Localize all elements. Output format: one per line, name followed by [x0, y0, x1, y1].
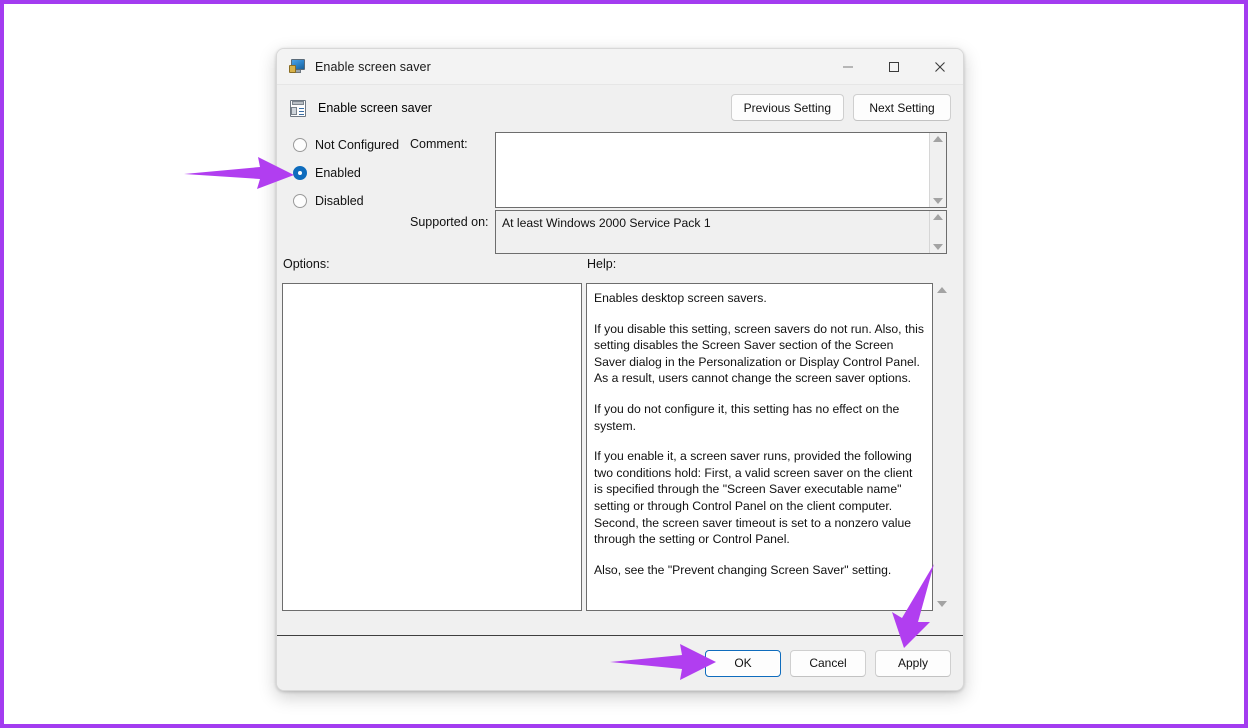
help-paragraph: Enables desktop screen savers.	[594, 290, 924, 307]
radio-indicator-not-configured[interactable]	[293, 138, 307, 152]
ok-button[interactable]: OK	[705, 650, 781, 677]
help-pane[interactable]: Enables desktop screen savers. If you di…	[586, 283, 933, 611]
help-paragraph: If you enable it, a screen saver runs, p…	[594, 448, 924, 548]
comment-scrollbar[interactable]	[929, 133, 946, 207]
comment-field[interactable]	[495, 132, 947, 208]
scroll-down-icon[interactable]	[933, 198, 943, 204]
radio-disabled[interactable]: Disabled	[287, 187, 487, 215]
scroll-up-icon[interactable]	[937, 287, 947, 293]
help-label: Help:	[587, 257, 616, 271]
panes-section: Enables desktop screen savers. If you di…	[277, 283, 963, 614]
scroll-up-icon[interactable]	[933, 136, 943, 142]
group-policy-setting-icon	[289, 100, 307, 117]
supported-on-text: At least Windows 2000 Service Pack 1	[496, 211, 929, 253]
close-icon[interactable]	[917, 49, 963, 85]
scroll-up-icon[interactable]	[933, 214, 943, 220]
cancel-button[interactable]: Cancel	[790, 650, 866, 677]
monitor-icon	[289, 59, 306, 74]
panes-labels: Options: Help:	[277, 257, 963, 283]
title-bar[interactable]: Enable screen saver	[277, 49, 963, 85]
radio-enabled[interactable]: Enabled	[287, 159, 487, 187]
maximize-icon[interactable]	[871, 49, 917, 85]
radio-label-enabled: Enabled	[315, 166, 361, 180]
supported-on-field: At least Windows 2000 Service Pack 1	[495, 210, 947, 254]
setting-nav-buttons: Previous Setting Next Setting	[731, 94, 951, 121]
radio-label-disabled: Disabled	[315, 194, 364, 208]
window-controls	[825, 49, 963, 85]
window-title: Enable screen saver	[315, 60, 431, 74]
help-paragraph: Also, see the "Prevent changing Screen S…	[594, 562, 924, 579]
radio-label-not-configured: Not Configured	[315, 138, 399, 152]
apply-button[interactable]: Apply	[875, 650, 951, 677]
scroll-down-icon[interactable]	[933, 244, 943, 250]
enable-screen-saver-window: Enable screen saver Enable screen saver …	[276, 48, 964, 691]
setting-header: Enable screen saver Previous Setting Nex…	[277, 85, 963, 131]
state-and-metadata-section: Not Configured Enabled Disabled Comment:…	[277, 131, 963, 257]
help-pane-wrapper: Enables desktop screen savers. If you di…	[586, 283, 950, 611]
help-scrollbar[interactable]	[933, 283, 950, 611]
comment-text[interactable]	[496, 133, 929, 207]
dialog-footer: OK Cancel Apply	[277, 635, 963, 690]
radio-indicator-enabled[interactable]	[293, 166, 307, 180]
next-setting-button[interactable]: Next Setting	[853, 94, 951, 121]
help-paragraph: If you do not configure it, this setting…	[594, 401, 924, 434]
comment-label: Comment:	[410, 137, 468, 151]
scroll-down-icon[interactable]	[937, 601, 947, 607]
minimize-icon[interactable]	[825, 49, 871, 85]
radio-indicator-disabled[interactable]	[293, 194, 307, 208]
options-label: Options:	[283, 257, 330, 271]
previous-setting-button[interactable]: Previous Setting	[731, 94, 844, 121]
supported-on-scrollbar[interactable]	[929, 211, 946, 253]
supported-on-label: Supported on:	[410, 215, 489, 229]
help-paragraph: If you disable this setting, screen save…	[594, 321, 924, 387]
options-pane[interactable]	[282, 283, 582, 611]
setting-name-label: Enable screen saver	[318, 101, 432, 115]
